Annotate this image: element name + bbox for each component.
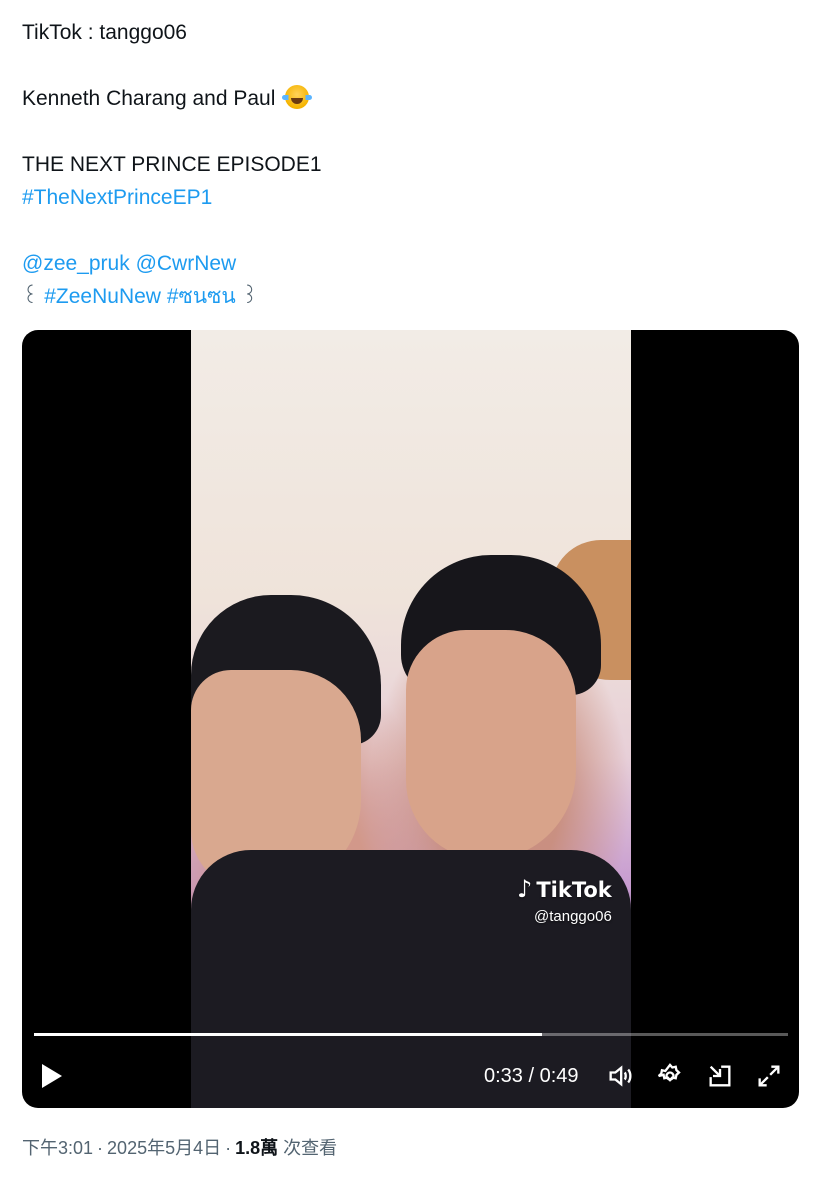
tweet-line-title: THE NEXT PRINCE EPISODE1: [22, 153, 322, 176]
video-controls: 0:33 / 0:49: [22, 1060, 799, 1094]
duration: 0:49: [539, 1065, 579, 1087]
video-frame[interactable]: [191, 330, 631, 1108]
views-count: 1.8萬: [235, 1138, 279, 1158]
laughing-emoji-icon: [282, 85, 313, 109]
fullscreen-icon[interactable]: [755, 1062, 783, 1090]
time-display: 0:33 / 0:49: [484, 1065, 579, 1088]
tweet-meta: 下午3:01 · 2025年5月4日 · 1.8萬 次查看: [22, 1138, 338, 1158]
current-time: 0:33: [484, 1065, 523, 1087]
views-label: 次查看: [283, 1138, 338, 1158]
volume-icon[interactable]: [606, 1062, 634, 1090]
play-icon[interactable]: [42, 1064, 62, 1088]
tweet-line-tiktok: TikTok : tanggo06: [22, 21, 187, 44]
dock-icon[interactable]: [706, 1062, 734, 1090]
bracket-open: ꒰: [22, 285, 39, 308]
tiktok-handle: @tanggo06: [534, 908, 612, 925]
mention-cwrnew[interactable]: @CwrNew: [136, 252, 237, 275]
hashtag-thai[interactable]: #ซนซน: [167, 285, 236, 308]
progress-bar[interactable]: [34, 1033, 788, 1036]
settings-icon[interactable]: [656, 1062, 684, 1090]
hashtag-zeenunew[interactable]: #ZeeNuNew: [44, 285, 161, 308]
time-separator: /: [522, 1065, 540, 1087]
tiktok-watermark: ♪ TikTok: [517, 875, 612, 903]
tweet-time[interactable]: 下午3:01: [22, 1138, 93, 1158]
tiktok-note-icon: ♪: [517, 875, 533, 903]
tiktok-brand-text: TikTok: [536, 878, 612, 902]
progress-fill: [34, 1033, 543, 1036]
bracket-close: ꒱: [241, 285, 258, 308]
tweet-date[interactable]: 2025年5月4日: [107, 1138, 221, 1158]
video-player[interactable]: ♪ TikTok @tanggo06 0:33 / 0:49: [22, 330, 799, 1108]
tweet-names-text: Kenneth Charang and Paul: [22, 87, 276, 110]
tweet-text: TikTok : tanggo06 Kenneth Charang and Pa…: [22, 16, 802, 313]
mention-zee-pruk[interactable]: @zee_pruk: [22, 252, 130, 275]
hashtag-thenextprinceep1[interactable]: #TheNextPrinceEP1: [22, 186, 212, 209]
tweet-line-names: Kenneth Charang and Paul: [22, 82, 802, 115]
